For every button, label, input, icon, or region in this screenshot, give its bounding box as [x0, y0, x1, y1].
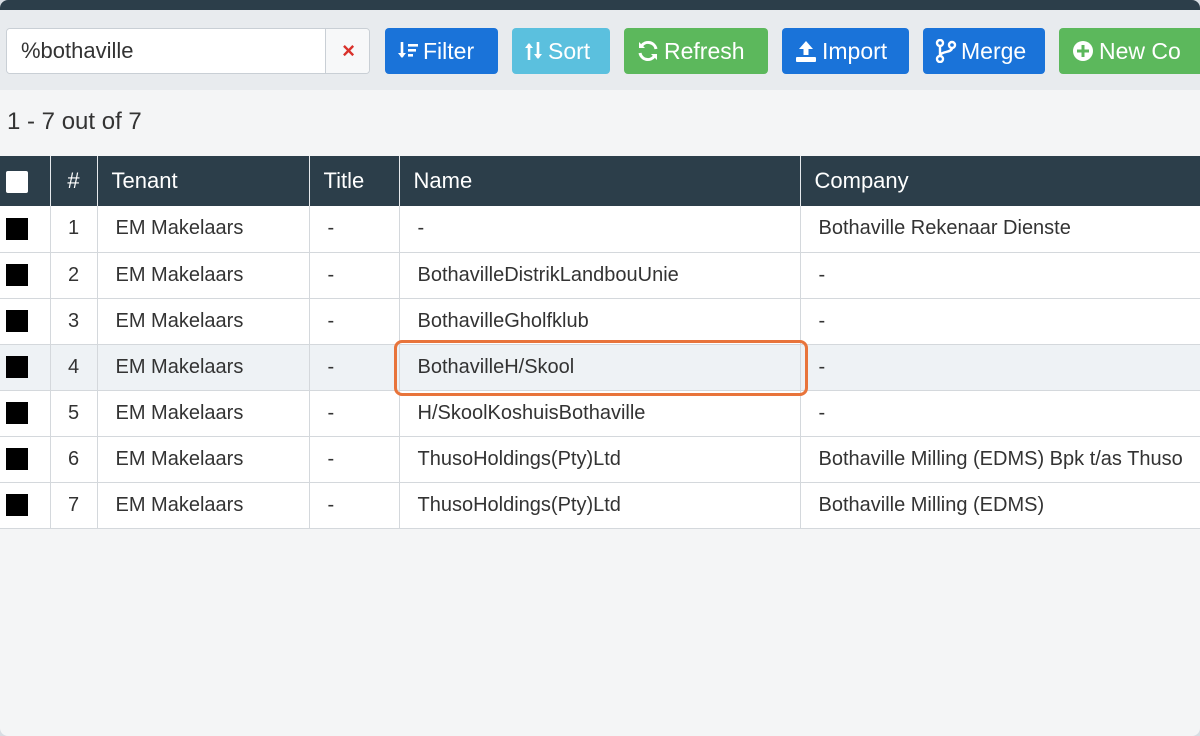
row-checkbox-cell[interactable]	[0, 298, 51, 345]
row-number: 7	[50, 482, 98, 529]
row-tenant: EM Makelaars	[97, 344, 310, 391]
table-row[interactable]: 2 EM Makelaars - BothavilleDistrikLandbo…	[0, 252, 1200, 299]
row-checkbox[interactable]	[6, 402, 28, 425]
row-name[interactable]: ThusoHoldings(Pty)Ltd	[399, 482, 801, 529]
search-input[interactable]	[7, 29, 325, 73]
row-title: -	[309, 482, 400, 529]
row-checkbox-cell[interactable]	[0, 390, 51, 437]
row-checkbox[interactable]	[6, 448, 28, 471]
refresh-button[interactable]: Refresh	[624, 28, 768, 74]
row-company: -	[800, 298, 1200, 345]
sort-icon	[524, 40, 544, 62]
refresh-icon	[636, 39, 660, 63]
table-row[interactable]: 7 EM Makelaars - ThusoHoldings(Pty)Ltd B…	[0, 482, 1200, 529]
row-checkbox[interactable]	[6, 217, 28, 240]
import-label: Import	[822, 37, 888, 64]
select-all-checkbox[interactable]	[6, 171, 28, 194]
close-icon: ×	[342, 38, 355, 63]
merge-label: Merge	[961, 37, 1027, 64]
app-frame: × Filter Sort Refresh Import	[0, 0, 1200, 736]
row-tenant: EM Makelaars	[97, 252, 310, 299]
table-header-row: # Tenant Title Name Company	[0, 156, 1200, 206]
row-company: Bothaville Milling (EDMS)	[800, 482, 1200, 529]
row-company: Bothaville Milling (EDMS) Bpk t/as Thuso	[800, 436, 1200, 483]
table-row[interactable]: 6 EM Makelaars - ThusoHoldings(Pty)Ltd B…	[0, 436, 1200, 483]
row-tenant: EM Makelaars	[97, 482, 310, 529]
column-header-number[interactable]: #	[50, 156, 98, 206]
table-row[interactable]: 1 EM Makelaars - - Bothaville Rekenaar D…	[0, 206, 1200, 253]
plus-circle-icon	[1071, 39, 1095, 63]
sort-label: Sort	[548, 37, 591, 64]
filter-label: Filter	[423, 37, 475, 64]
row-number: 4	[50, 344, 98, 391]
row-title: -	[309, 390, 400, 437]
filter-button[interactable]: Filter	[385, 28, 498, 74]
row-title: -	[309, 206, 400, 253]
row-number: 6	[50, 436, 98, 483]
row-company: -	[800, 344, 1200, 391]
row-company: -	[800, 390, 1200, 437]
row-name[interactable]: H/SkoolKoshuisBothaville	[399, 390, 801, 437]
row-checkbox-cell[interactable]	[0, 252, 51, 299]
row-number: 3	[50, 298, 98, 345]
row-number: 2	[50, 252, 98, 299]
row-company: Bothaville Rekenaar Dienste	[800, 206, 1200, 253]
column-header-name[interactable]: Name	[399, 156, 801, 206]
row-title: -	[309, 298, 400, 345]
row-tenant: EM Makelaars	[97, 206, 310, 253]
row-tenant: EM Makelaars	[97, 390, 310, 437]
row-checkbox[interactable]	[6, 310, 28, 333]
row-checkbox-cell[interactable]	[0, 344, 51, 391]
row-checkbox[interactable]	[6, 356, 28, 379]
search-box: ×	[6, 28, 370, 74]
row-tenant: EM Makelaars	[97, 436, 310, 483]
row-title: -	[309, 344, 400, 391]
top-bar	[0, 0, 1200, 10]
table-row-highlighted[interactable]: 4 EM Makelaars - BothavilleH/Skool -	[0, 344, 1200, 391]
row-name[interactable]: ThusoHoldings(Pty)Ltd	[399, 436, 801, 483]
row-title: -	[309, 436, 400, 483]
column-header-company[interactable]: Company	[800, 156, 1200, 206]
contacts-table: # Tenant Title Name Company 1 EM Makelaa…	[0, 156, 1200, 529]
table-row[interactable]: 5 EM Makelaars - H/SkoolKoshuisBothavill…	[0, 390, 1200, 437]
row-checkbox-cell[interactable]	[0, 436, 51, 483]
select-all-checkbox-cell[interactable]	[0, 156, 51, 206]
table-row[interactable]: 3 EM Makelaars - BothavilleGholfklub -	[0, 298, 1200, 345]
toolbar: × Filter Sort Refresh Import	[0, 10, 1200, 90]
sort-button[interactable]: Sort	[512, 28, 610, 74]
results-count: 1 - 7 out of 7	[7, 108, 142, 135]
row-checkbox[interactable]	[6, 494, 28, 517]
new-contact-button[interactable]: New Co	[1059, 28, 1200, 74]
column-header-title[interactable]: Title	[309, 156, 400, 206]
new-contact-label: New Co	[1099, 37, 1181, 64]
row-tenant: EM Makelaars	[97, 298, 310, 345]
import-button[interactable]: Import	[782, 28, 909, 74]
row-number: 1	[50, 206, 98, 253]
row-checkbox[interactable]	[6, 264, 28, 287]
row-checkbox-cell[interactable]	[0, 482, 51, 529]
filter-icon	[397, 40, 419, 62]
refresh-label: Refresh	[664, 37, 745, 64]
row-name[interactable]: BothavilleGholfklub	[399, 298, 801, 345]
merge-icon	[935, 39, 957, 63]
column-header-tenant[interactable]: Tenant	[97, 156, 310, 206]
row-checkbox-cell[interactable]	[0, 206, 51, 253]
merge-button[interactable]: Merge	[923, 28, 1045, 74]
row-name[interactable]: -	[399, 206, 801, 253]
row-name[interactable]: BothavilleDistrikLandbouUnie	[399, 252, 801, 299]
row-title: -	[309, 252, 400, 299]
clear-search-button[interactable]: ×	[325, 29, 369, 73]
upload-icon	[794, 39, 818, 63]
row-name[interactable]: BothavilleH/Skool	[399, 344, 801, 391]
row-number: 5	[50, 390, 98, 437]
row-company: -	[800, 252, 1200, 299]
